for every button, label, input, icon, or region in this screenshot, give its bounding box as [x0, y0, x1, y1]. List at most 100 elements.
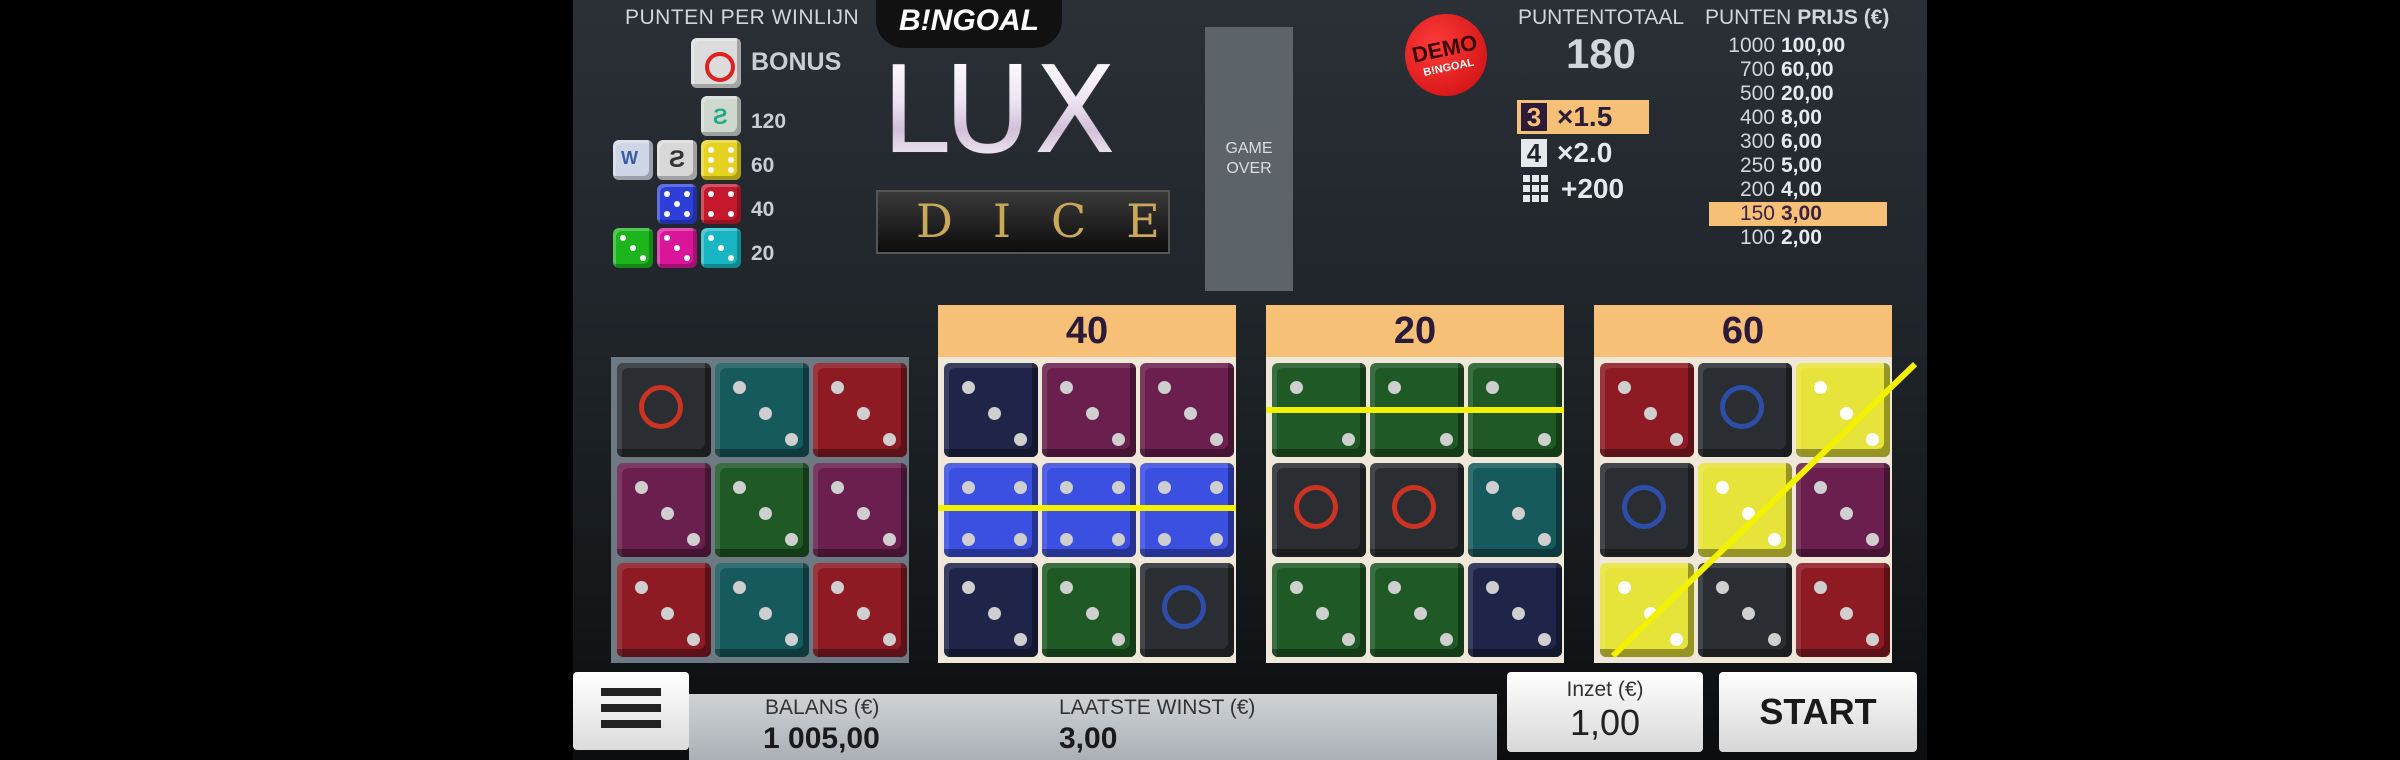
die-pip [661, 507, 674, 520]
die-cell [1468, 563, 1562, 657]
points-label-20: 20 [751, 242, 775, 265]
die-pip [785, 533, 798, 546]
die-pip [1742, 607, 1755, 620]
grid-body [938, 357, 1236, 663]
game-screen: PUNTEN PER WINLIJN Ƨ W Ƨ BONUS 120 60 40… [573, 0, 1927, 760]
prize-points: 300 [1739, 130, 1775, 153]
die-pip [1512, 607, 1525, 620]
die-cell [1600, 363, 1694, 457]
start-button[interactable]: START [1719, 672, 1917, 752]
bonus-symbol-icon [1294, 485, 1338, 529]
die-pip [1814, 381, 1827, 394]
prize-points: 400 [1739, 106, 1775, 129]
die-pip [687, 533, 700, 546]
die-cell [1042, 363, 1136, 457]
multiplier-row-3: 3 ×1.5 [1517, 100, 1649, 134]
die-pip [1158, 533, 1171, 546]
prize-table-title-prize: PRIJS (€) [1797, 6, 1890, 29]
die-pip [635, 481, 648, 494]
menu-button[interactable] [573, 672, 689, 750]
info-bar: BALANS (€) 1 005,00 LAATSTE WINST (€) 3,… [689, 694, 1497, 760]
die-pip [883, 633, 896, 646]
bonus-label: BONUS [751, 48, 842, 76]
bingoal-logo: B!NGOAL [876, 0, 1062, 48]
die-pip [1112, 481, 1125, 494]
die-pip [1866, 633, 1879, 646]
die-blue-icon [657, 184, 697, 224]
die-pip [1086, 607, 1099, 620]
die-pip [1184, 407, 1197, 420]
die-pip [883, 533, 896, 546]
die-pip [1716, 581, 1729, 594]
prize-row-highlighted: 150 3,00 [1709, 202, 1887, 226]
die-cell [1140, 363, 1234, 457]
die-cell [1140, 563, 1234, 657]
prize-points: 100 [1739, 226, 1775, 249]
die-pip [1866, 433, 1879, 446]
prize-row: 250 5,00 [1709, 154, 1887, 178]
die-pip [857, 407, 870, 420]
die-pip [1112, 533, 1125, 546]
die-red-icon [701, 184, 741, 224]
die-cell [813, 463, 907, 557]
die-pip [1342, 633, 1355, 646]
die-pip [1840, 607, 1853, 620]
die-pip [1158, 481, 1171, 494]
stake-value: 1,00 [1569, 702, 1641, 743]
die-pip [1768, 633, 1781, 646]
prize-points: 250 [1739, 154, 1775, 177]
die-cell [1272, 463, 1366, 557]
die-pip [1486, 581, 1499, 594]
grid-score: 40 [938, 305, 1236, 357]
die-pip [1014, 481, 1027, 494]
die-pip [1866, 533, 1879, 546]
die-pip [962, 481, 975, 494]
die-pip [857, 607, 870, 620]
demo-badge: DEMO B!NGOAL [1397, 6, 1495, 104]
prize-points: 150 [1739, 202, 1775, 225]
balance-value: 1 005,00 [763, 722, 880, 755]
stake-control[interactable]: Inzet (€) 1,00 [1507, 672, 1703, 752]
prize-amount: 8,00 [1781, 106, 1822, 129]
die-pip [1814, 481, 1827, 494]
die-cell [944, 363, 1038, 457]
die-pip [1486, 381, 1499, 394]
die-cell [617, 463, 711, 557]
die-pip [1112, 433, 1125, 446]
multiplier-value: +200 [1561, 173, 1625, 204]
die-pip [1814, 581, 1827, 594]
die-cell [1796, 363, 1890, 457]
die-pip [1670, 433, 1683, 446]
die-cyan-icon [701, 228, 741, 268]
die-cell [1796, 563, 1890, 657]
die-pip [1538, 433, 1551, 446]
die-pip [962, 581, 975, 594]
die-cell [813, 363, 907, 457]
die-pip [1716, 481, 1729, 494]
die-pip [1210, 433, 1223, 446]
prize-points: 500 [1739, 82, 1775, 105]
die-pip [1538, 533, 1551, 546]
hamburger-menu-icon [601, 688, 661, 696]
die-pip [733, 481, 746, 494]
die-pip [1440, 433, 1453, 446]
prize-amount: 6,00 [1781, 130, 1822, 153]
die-pip [1060, 381, 1073, 394]
grid-body [1266, 357, 1564, 663]
stake-label: Inzet (€) [1566, 678, 1644, 701]
die-pip [1388, 381, 1401, 394]
die-pip [857, 507, 870, 520]
prize-row: 100 2,00 [1709, 226, 1887, 250]
hamburger-menu-icon-bar [601, 720, 661, 728]
die-pip [1538, 633, 1551, 646]
die-pip [831, 481, 844, 494]
die-pip [1060, 581, 1073, 594]
die-logo-green-icon: Ƨ [701, 96, 741, 136]
die-pip [1290, 381, 1303, 394]
game-over-panel: GAME OVER [1205, 27, 1293, 291]
die-pip [1768, 533, 1781, 546]
prize-table-title: PUNTEN PRIJS (€) [1705, 6, 1889, 30]
total-points-label: PUNTENTOTAAL [1517, 6, 1685, 29]
die-pip [635, 581, 648, 594]
full-grid-icon [1521, 173, 1551, 205]
